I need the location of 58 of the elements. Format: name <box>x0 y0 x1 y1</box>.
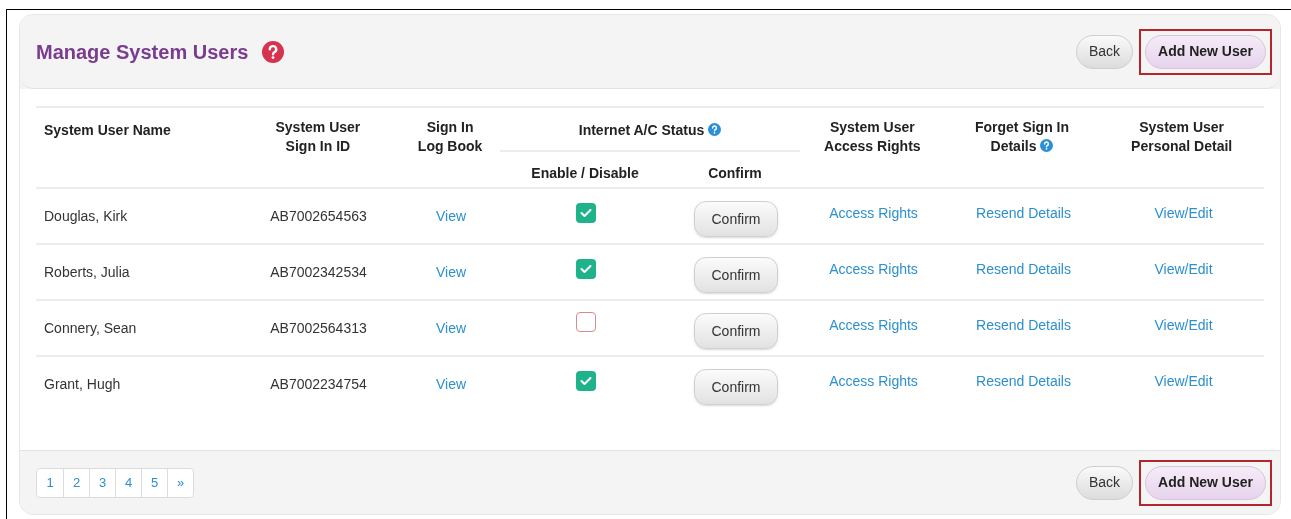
table-cell-text: AB7002342534 <box>270 262 367 282</box>
table-cell-text: Douglas, Kirk <box>43 206 129 226</box>
checkbox[interactable] <box>576 311 596 332</box>
table-cell-text: Connery, Sean <box>43 318 138 338</box>
page-link[interactable]: » <box>167 468 193 497</box>
view-edit-link[interactable]: View/Edit <box>1154 370 1213 392</box>
column-header: System User Personal Detail <box>1130 118 1234 156</box>
page-link[interactable]: 2 <box>63 468 89 497</box>
column-header: System User Access Rights <box>823 118 922 156</box>
page-link[interactable]: 5 <box>141 468 167 497</box>
column-header: Enable / Disable <box>531 165 639 181</box>
help-icon[interactable] <box>1040 139 1054 152</box>
column-header: System User Sign In ID <box>274 118 362 156</box>
access-rights-link[interactable]: Access Rights <box>829 258 918 280</box>
access-rights-link[interactable]: Access Rights <box>829 202 918 224</box>
back-button[interactable]: Back <box>1075 465 1134 500</box>
view-edit-link[interactable]: View/Edit <box>1154 258 1213 280</box>
column-header: Internet A/C Status <box>578 122 722 138</box>
checkbox[interactable] <box>576 203 596 223</box>
resend-details-link[interactable]: Resend Details <box>976 258 1071 280</box>
table-cell-text: AB7002234754 <box>270 374 367 394</box>
resend-details-link[interactable]: Resend Details <box>976 314 1071 336</box>
confirm-button[interactable]: Confirm <box>694 369 778 405</box>
resend-details-link[interactable]: Resend Details <box>976 202 1071 224</box>
table-cell-text: AB7002654563 <box>270 206 367 226</box>
column-header: Sign In Log Book <box>416 118 484 156</box>
table-cell-text: Grant, Hugh <box>43 374 122 394</box>
help-icon[interactable] <box>262 40 285 63</box>
table-cell-text: Roberts, Julia <box>43 262 131 282</box>
view-edit-link[interactable]: View/Edit <box>1154 314 1213 336</box>
column-header: System User Name <box>44 122 171 138</box>
checkmark-icon <box>580 208 592 218</box>
view-link[interactable]: View <box>435 373 467 395</box>
add-user-button[interactable]: Add New User <box>1145 465 1266 500</box>
column-header: Forget Sign In Details <box>973 118 1071 156</box>
checkbox[interactable] <box>576 371 596 391</box>
column-header: Confirm <box>708 165 762 181</box>
confirm-button[interactable]: Confirm <box>694 201 778 237</box>
access-rights-link[interactable]: Access Rights <box>829 370 918 392</box>
confirm-button[interactable]: Confirm <box>694 257 778 293</box>
resend-details-link[interactable]: Resend Details <box>976 370 1071 392</box>
table-cell-text: AB7002564313 <box>270 318 367 338</box>
checkbox[interactable] <box>576 259 596 279</box>
help-icon[interactable] <box>708 123 722 136</box>
access-rights-link[interactable]: Access Rights <box>829 314 918 336</box>
back-button[interactable]: Back <box>1075 34 1134 69</box>
page-link[interactable]: 1 <box>37 468 63 497</box>
page-link[interactable]: 3 <box>89 468 115 497</box>
view-link[interactable]: View <box>435 261 467 283</box>
confirm-button[interactable]: Confirm <box>694 313 778 349</box>
view-edit-link[interactable]: View/Edit <box>1154 202 1213 224</box>
page-title: Manage System Users <box>36 39 249 65</box>
add-user-button[interactable]: Add New User <box>1145 34 1266 69</box>
view-link[interactable]: View <box>435 317 467 339</box>
view-link[interactable]: View <box>435 205 467 227</box>
checkmark-icon <box>580 376 592 386</box>
checkmark-icon <box>580 264 592 274</box>
page-link[interactable]: 4 <box>115 468 141 497</box>
